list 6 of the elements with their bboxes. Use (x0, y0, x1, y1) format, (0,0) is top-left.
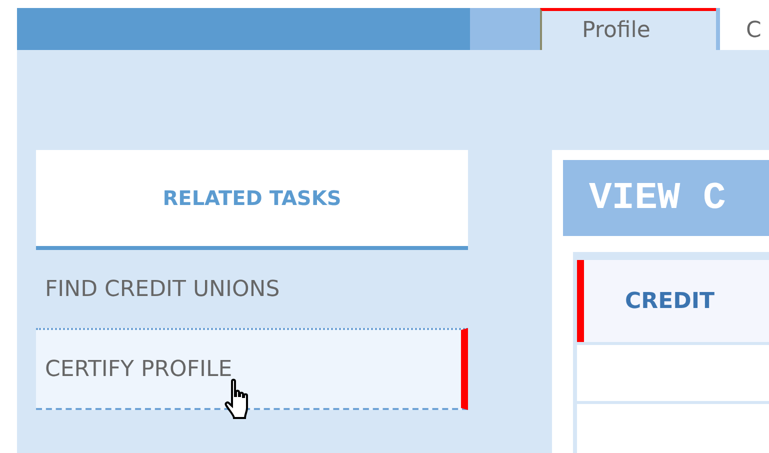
task-link[interactable]: FIND CREDIT UNIONS (36, 250, 468, 328)
column-header: CREDIT (577, 260, 769, 342)
panel-title: VIEW C (563, 160, 769, 236)
sidebar-title: RELATED TASKS (162, 186, 342, 210)
tab[interactable]: C (720, 8, 769, 50)
tab[interactable]: Profile (540, 8, 716, 50)
